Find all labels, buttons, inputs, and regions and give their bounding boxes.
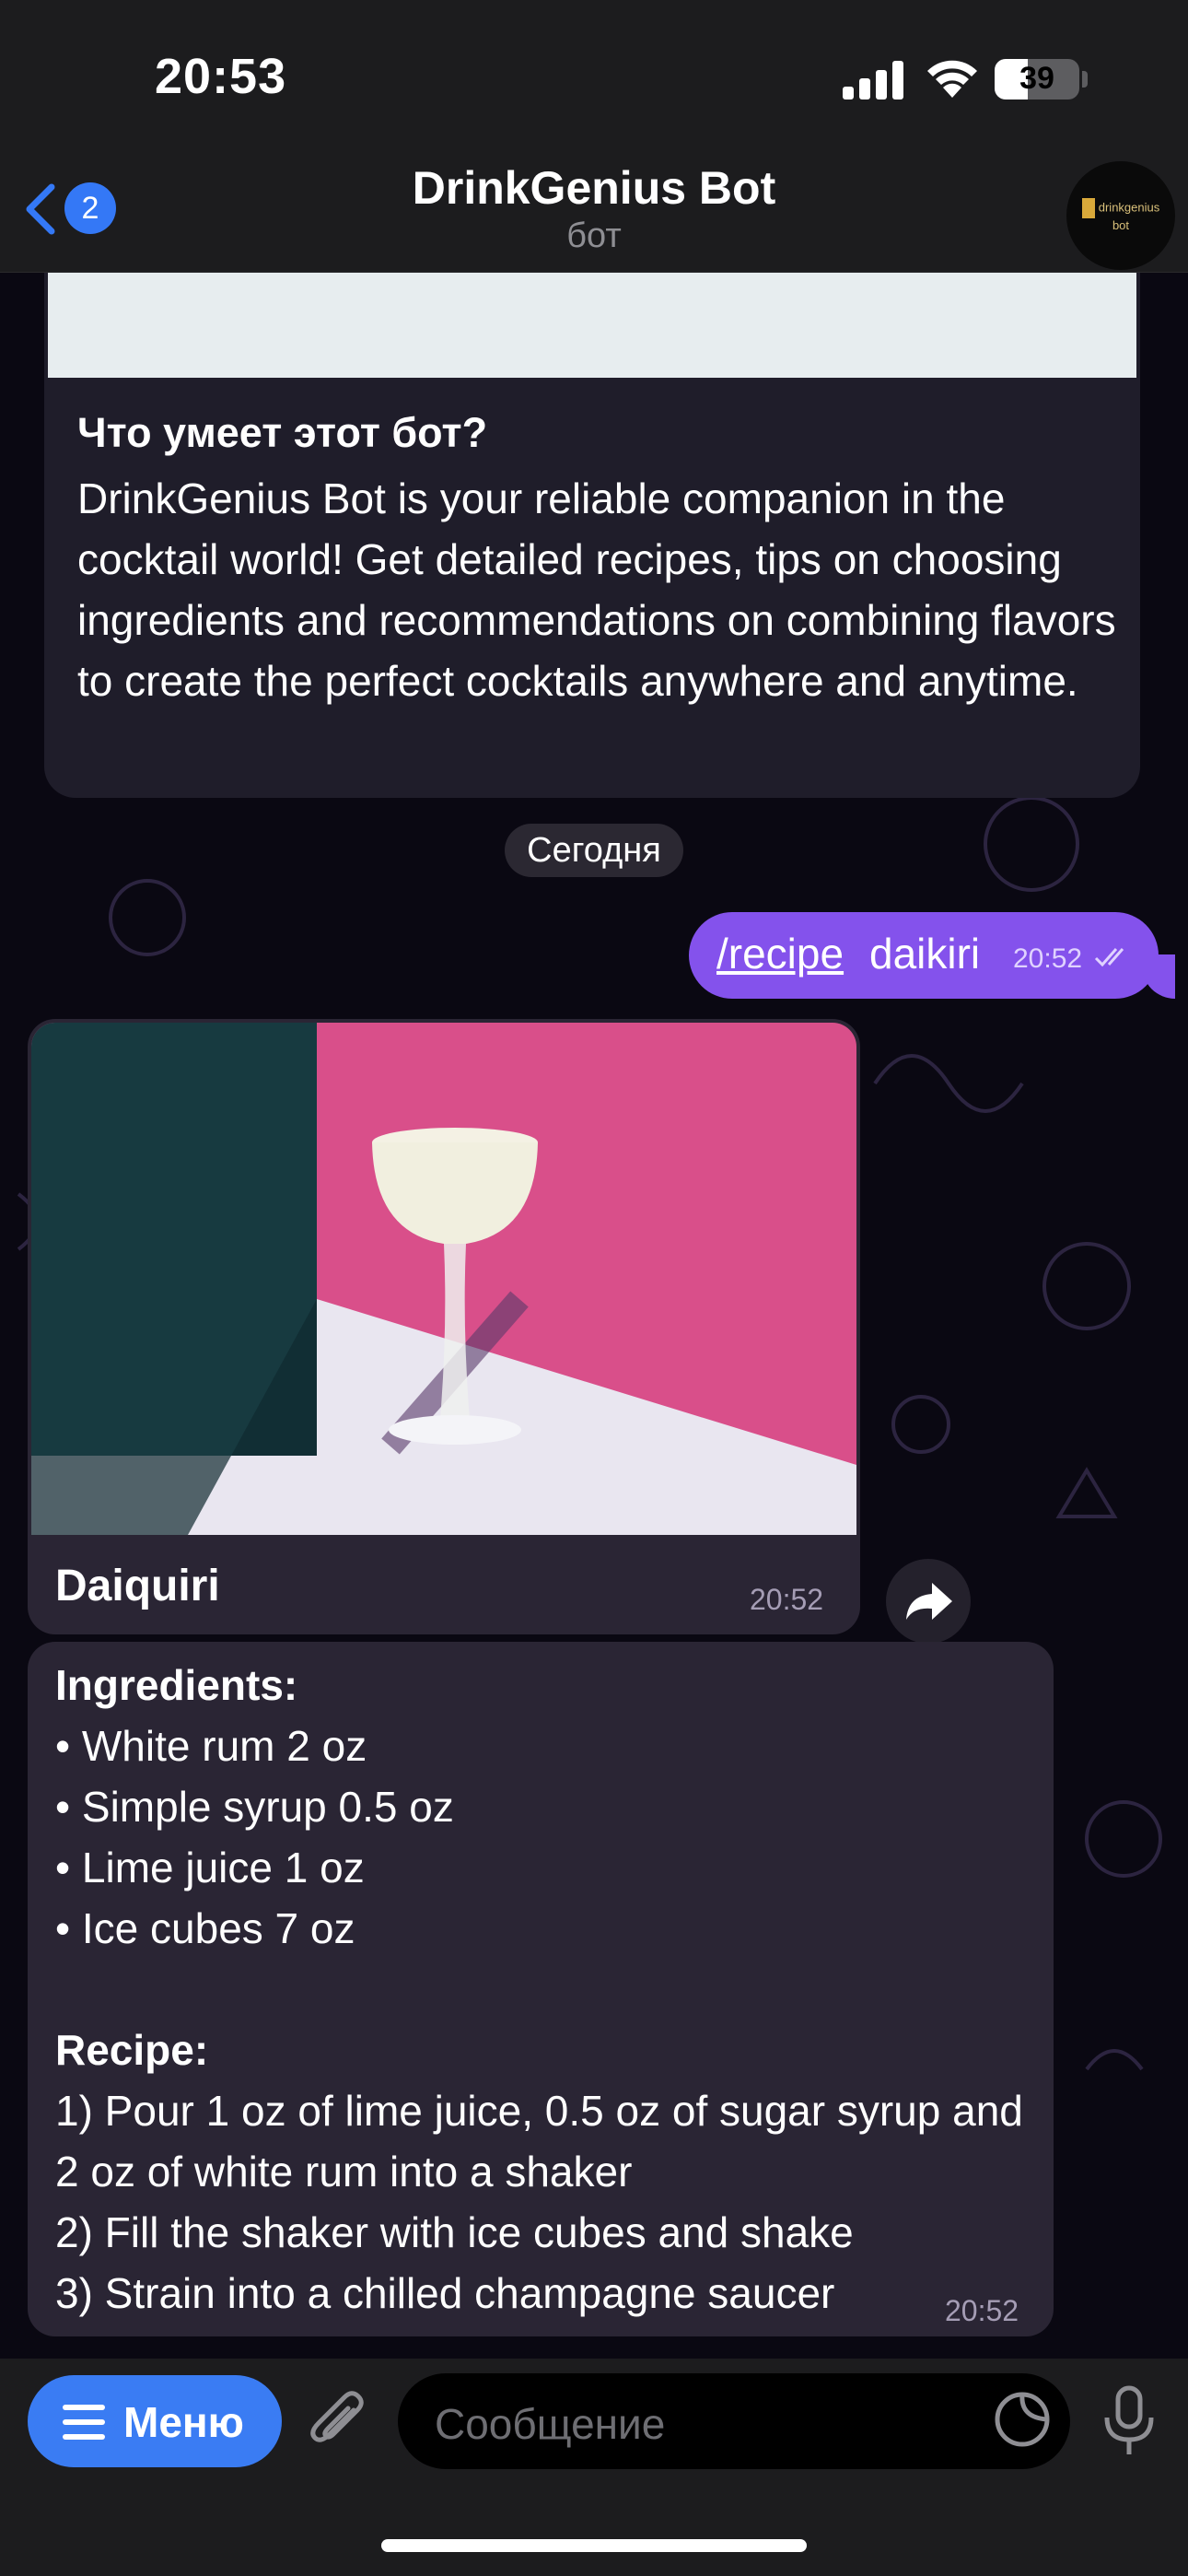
date-separator: Сегодня (505, 824, 683, 877)
battery-icon: 39 (995, 59, 1079, 100)
recipe-message[interactable]: Ingredients: • White rum 2 oz • Simple s… (28, 1642, 1054, 2336)
avatar-logo: drinkgenius bot (1074, 198, 1168, 232)
message-time: 20:52 (750, 1583, 824, 1616)
ingredients-heading: Ingredients: (55, 1661, 298, 1709)
message-input-placeholder: Сообщение (435, 2400, 666, 2448)
command-argument: daikiri (869, 930, 981, 978)
message-time: 20:52 (1013, 943, 1083, 974)
chat-area[interactable]: Что умеет этот бот? DrinkGenius Bot is y… (0, 273, 1188, 2359)
cocktail-photo[interactable] (31, 1023, 856, 1535)
sticker-icon[interactable] (993, 2390, 1052, 2449)
menu-icon (63, 2405, 105, 2440)
cocktail-name: Daiquiri (55, 1562, 220, 1610)
chat-header: 2 DrinkGenius Bot бот drinkgenius bot (0, 161, 1188, 273)
chat-title[interactable]: DrinkGenius Bot (0, 161, 1188, 215)
status-bar: 20:53 39 (0, 0, 1188, 161)
recipe-step: 2) Fill the shaker with ice cubes and sh… (55, 2208, 854, 2256)
bot-info-description: DrinkGenius Bot is your reliable compani… (77, 474, 1116, 705)
forward-arrow-icon (906, 1583, 952, 1620)
outgoing-message[interactable]: /recipe daikiri 20:52 (689, 912, 1159, 999)
ingredient-item: • Ice cubes 7 oz (55, 1904, 355, 1952)
bot-avatar[interactable]: drinkgenius bot (1066, 161, 1175, 270)
bot-info-title: Что умеет этот бот? (77, 409, 488, 456)
command-link[interactable]: /recipe (716, 929, 844, 978)
forward-button[interactable] (886, 1559, 971, 1644)
recipe-step: 3) Strain into a chilled champagne sauce… (55, 2269, 835, 2317)
read-checkmarks-icon (1094, 948, 1124, 967)
battery-percent: 39 (1019, 61, 1054, 96)
photo-message[interactable]: Daiquiri 20:52 (28, 1019, 860, 1634)
ingredient-item: • White rum 2 oz (55, 1722, 367, 1770)
recipe-heading: Recipe: (55, 2026, 209, 2074)
clock: 20:53 (155, 49, 287, 104)
wifi-icon (927, 60, 977, 98)
ingredient-item: • Simple syrup 0.5 oz (55, 1783, 454, 1831)
battery-tip (1082, 71, 1088, 88)
chat-subtitle: бот (566, 217, 622, 255)
bot-menu-button[interactable]: Меню (28, 2375, 282, 2467)
attach-paperclip-icon[interactable] (309, 2390, 368, 2454)
menu-label: Меню (123, 2398, 244, 2446)
recipe-text: Ingredients: • White rum 2 oz • Simple s… (55, 1655, 1041, 2324)
cellular-signal-icon (843, 61, 903, 100)
bot-info-image (48, 273, 1136, 378)
message-input[interactable]: Сообщение (398, 2373, 1070, 2469)
home-indicator (381, 2539, 807, 2552)
microphone-icon[interactable] (1101, 2384, 1157, 2458)
message-time: 20:52 (945, 2294, 1019, 2327)
recipe-step: 1) Pour 1 oz of lime juice, 0.5 oz of su… (55, 2087, 1023, 2195)
bot-info-card: Что умеет этот бот? DrinkGenius Bot is y… (44, 273, 1140, 798)
ingredient-item: • Lime juice 1 oz (55, 1844, 365, 1891)
